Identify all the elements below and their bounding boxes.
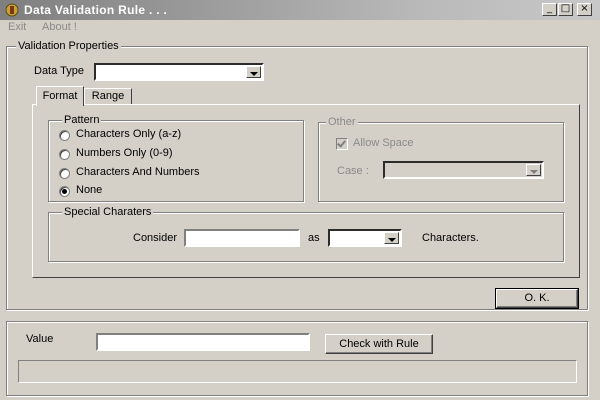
consider-label: Consider [133,232,178,244]
menu-exit[interactable]: Exit [8,21,26,33]
maximize-button[interactable]: □ [558,3,573,16]
allow-space-checkbox[interactable] [336,138,348,150]
radio-selected-dot [62,189,67,194]
ok-button[interactable]: O. K. [495,288,579,309]
option-none[interactable]: None [76,184,102,196]
result-status-bar [18,360,577,383]
case-dropdown-button[interactable] [526,164,541,176]
value-input[interactable] [96,333,310,351]
special-characters-label: Special Charaters [62,206,154,218]
close-icon: × [580,3,589,14]
checkmark-icon [337,138,346,148]
case-combo[interactable] [383,161,544,179]
option-characters-only[interactable]: Characters Only (a-z) [76,128,181,140]
validation-window: Data Validation Rule . . . _ □ × Exit Ab… [0,0,600,400]
menu-about[interactable]: About ! [42,21,77,33]
characters-label: Characters. [422,232,479,244]
radio-characters-and-numbers[interactable] [59,168,70,179]
as-dropdown-button[interactable] [384,232,399,244]
option-characters-and-numbers[interactable]: Characters And Numbers [76,166,200,178]
pattern-label: Pattern [62,114,102,126]
case-label: Case : [337,165,369,177]
consider-input[interactable] [184,229,300,247]
radio-numbers-only[interactable] [59,149,70,160]
radio-characters-only[interactable] [59,130,70,141]
data-type-label: Data Type [34,65,84,77]
chevron-down-icon [530,170,538,174]
data-type-dropdown-button[interactable] [246,66,261,78]
option-numbers-only[interactable]: Numbers Only (0-9) [76,147,173,159]
chevron-down-icon [388,238,396,242]
maximize-icon: □ [560,3,571,14]
minimize-icon: _ [547,3,552,14]
check-with-rule-button[interactable]: Check with Rule [325,334,433,354]
radio-none[interactable] [59,186,70,197]
chevron-down-icon [250,72,258,76]
other-label: Other [326,116,358,128]
window-title: Data Validation Rule . . . [24,3,168,17]
minimize-button[interactable]: _ [542,3,557,16]
title-bar[interactable]: Data Validation Rule . . . _ □ × [0,0,600,20]
validation-properties-label: Validation Properties [16,40,121,52]
as-combo[interactable] [328,229,402,247]
value-label: Value [26,333,54,345]
special-characters-group [48,212,564,262]
data-type-combo[interactable] [94,63,264,81]
menu-bar: Exit About ! [0,20,600,36]
tab-format[interactable]: Format [36,86,84,106]
close-button[interactable]: × [577,3,592,16]
allow-space-label: Allow Space [353,137,414,149]
tab-range[interactable]: Range [84,88,132,105]
as-label: as [308,232,320,244]
app-icon [5,3,19,17]
